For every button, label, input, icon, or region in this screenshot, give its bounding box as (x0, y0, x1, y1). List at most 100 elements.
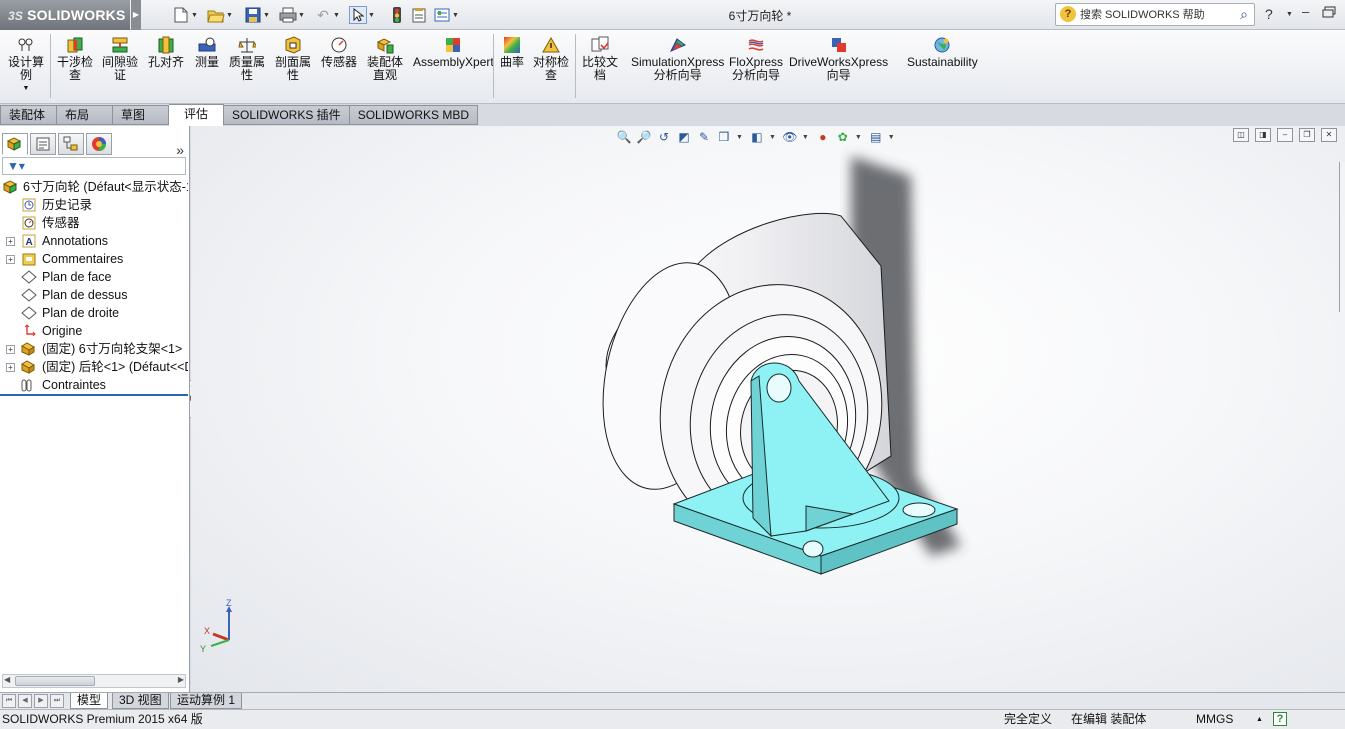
plane-icon (21, 305, 37, 321)
tree-item-front-plane[interactable]: Plan de face (0, 268, 188, 286)
base-hole-right (902, 502, 936, 518)
search-icon[interactable]: ⌕ (1240, 6, 1248, 23)
quick-tips-icon[interactable]: ? (1273, 712, 1287, 726)
scale-icon (237, 36, 257, 54)
chevron-down-icon[interactable]: ▼ (298, 12, 306, 19)
expand-panel-icon[interactable]: » (176, 142, 184, 158)
globe-icon (932, 36, 952, 54)
section-properties-button[interactable]: 剖面属 性 (275, 36, 311, 81)
folder-open-icon (207, 6, 225, 24)
scroll-right-icon[interactable]: ▶ (178, 675, 184, 684)
open-button[interactable]: ▼ (207, 5, 234, 25)
new-document-button[interactable]: ▼ (172, 5, 199, 25)
featuremanager-tab[interactable] (2, 133, 28, 155)
undo-button[interactable]: ↶ ▼ (314, 5, 341, 25)
last-tab-icon[interactable]: ⏭ (50, 694, 64, 708)
tab-solidworks-mbd[interactable]: SOLIDWORKS MBD (349, 105, 479, 125)
simulationxpress-button[interactable]: SimulationXpress 分析向导 (631, 36, 724, 81)
tree-item-bracket-part[interactable]: + (固定) 6寸万向轮支架<1> (0, 340, 188, 358)
expand-icon[interactable]: + (6, 363, 15, 372)
tree-item-label: Annotations (42, 234, 109, 248)
displaymanager-tab[interactable] (86, 133, 112, 155)
tab-solidworks-addins[interactable]: SOLIDWORKS 插件 (224, 105, 350, 125)
tree-item-annotations[interactable]: + A Annotations (0, 232, 188, 250)
save-button[interactable]: ▼ (244, 5, 271, 25)
options-button[interactable]: ▼ (433, 5, 460, 25)
tree-item-history[interactable]: 历史记录 (0, 196, 188, 214)
design-study-icon (16, 36, 36, 54)
menu-flyout-arrow[interactable]: ▶ (131, 0, 141, 30)
assemblyxpert-button[interactable]: AssemblyXpert (413, 36, 494, 69)
tree-item-comments[interactable]: + Commentaires (0, 250, 188, 268)
tab-model[interactable]: 模型 (70, 693, 109, 709)
tree-filter[interactable]: ▼▾ (2, 157, 186, 175)
driveworksxpress-button[interactable]: DriveWorksXpress 向导 (789, 36, 888, 81)
next-tab-icon[interactable]: ▶ (34, 694, 48, 708)
hole-alignment-button[interactable]: 孔对齐 (148, 36, 184, 69)
tab-assembly[interactable]: 装配体 (0, 105, 57, 125)
horizontal-scrollbar[interactable]: ◀ ▶ (2, 674, 186, 688)
solidworks-logo[interactable]: 3S SOLIDWORKS (0, 0, 130, 30)
chevron-down-icon[interactable]: ▼ (333, 12, 341, 19)
sensor-icon (21, 215, 37, 231)
chevron-down-icon[interactable]: ▼ (23, 83, 30, 96)
tree-item-right-plane[interactable]: Plan de droite (0, 304, 188, 322)
chevron-down-icon[interactable]: ▼ (368, 12, 376, 19)
tree-item-origin[interactable]: Origine (0, 322, 188, 340)
curvature-button[interactable]: 曲率 (500, 36, 524, 69)
clearance-verification-button[interactable]: 间隙验 证 (102, 36, 138, 81)
select-button[interactable]: ▼ (349, 5, 376, 25)
unit-system[interactable]: MMGS (1196, 710, 1233, 729)
tab-evaluate[interactable]: 评估 (169, 104, 224, 126)
tab-layout[interactable]: 布局 (57, 105, 113, 125)
measure-button[interactable]: 测量 (195, 36, 219, 69)
tab-motion-study[interactable]: 运动算例 1 (170, 693, 243, 709)
chevron-down-icon[interactable]: ▼ (191, 12, 199, 19)
filter-icon: ▼▾ (7, 159, 25, 173)
chevron-down-icon[interactable]: ▼ (263, 12, 271, 19)
minimize-icon[interactable]: – (1302, 4, 1309, 19)
sustainability-button[interactable]: Sustainability (907, 36, 978, 69)
assembly-visualization-button[interactable]: 装配体 直观 (367, 36, 403, 81)
chevron-up-icon[interactable]: ▲ (1256, 710, 1263, 729)
expand-icon[interactable]: + (6, 345, 15, 354)
tree-item-label: 传感器 (42, 216, 80, 230)
tab-3d-views[interactable]: 3D 视图 (112, 693, 169, 709)
interference-detection-button[interactable]: 干涉检 查 (57, 36, 93, 81)
help-icon[interactable]: ? (1265, 6, 1273, 22)
file-properties-icon (410, 6, 428, 24)
compare-documents-button[interactable]: 比较文 档 (582, 36, 618, 81)
tree-item-top-plane[interactable]: Plan de dessus (0, 286, 188, 304)
expand-icon[interactable]: + (6, 255, 15, 264)
configurationmanager-tab[interactable] (58, 133, 84, 155)
print-button[interactable]: ▼ (279, 5, 306, 25)
tree-item-sensors[interactable]: 传感器 (0, 214, 188, 232)
floxpress-button[interactable]: FloXpress 分析向导 (729, 36, 783, 81)
tree-item-label: (固定) 6寸万向轮支架<1> (42, 342, 183, 356)
caster-wheel-model[interactable] (191, 126, 1345, 692)
design-study-button[interactable]: 设计算 例 ▼ (8, 36, 44, 96)
help-search-input[interactable] (1080, 7, 1228, 23)
help-search-box[interactable]: ? ⌕ (1055, 3, 1255, 26)
expand-icon[interactable]: + (6, 237, 15, 246)
graphics-area[interactable]: 🔍 🔎 ↺ ◩ ✎ ❒ ▼ ◧ ▼ 👁 ▼ ● ✿ ▼ ▤ ▼ ◫ ◨ – ❐ ✕ (191, 126, 1345, 692)
restore-window-icon[interactable] (1322, 6, 1336, 21)
tree-item-rear-wheel-part[interactable]: + (固定) 后轮<1> (Défaut<<Défaut> (0, 358, 188, 376)
tree-item-mates[interactable]: Contraintes (0, 376, 188, 394)
rebuild-button[interactable] (388, 5, 406, 25)
chevron-down-icon[interactable]: ▼ (226, 12, 234, 19)
first-tab-icon[interactable]: ⏮ (2, 694, 16, 708)
propertymanager-tab[interactable] (30, 133, 56, 155)
mass-properties-button[interactable]: 质量属 性 (229, 36, 265, 81)
scrollbar-thumb[interactable] (15, 676, 95, 686)
tree-root-assembly[interactable]: 6寸万向轮 (Défaut<显示状态-1>) (0, 178, 188, 196)
symmetry-check-button[interactable]: 对称检 查 (533, 36, 569, 81)
cmd-label: 对称检 查 (533, 55, 570, 82)
previous-tab-icon[interactable]: ◀ (18, 694, 32, 708)
chevron-down-icon[interactable]: ▼ (452, 12, 460, 19)
tab-sketch[interactable]: 草图 (113, 105, 169, 125)
file-properties-button[interactable] (410, 5, 428, 25)
scroll-left-icon[interactable]: ◀ (4, 675, 10, 684)
sensor-button[interactable]: 传感器 (321, 36, 357, 69)
chevron-down-icon[interactable]: ▼ (1286, 11, 1293, 18)
